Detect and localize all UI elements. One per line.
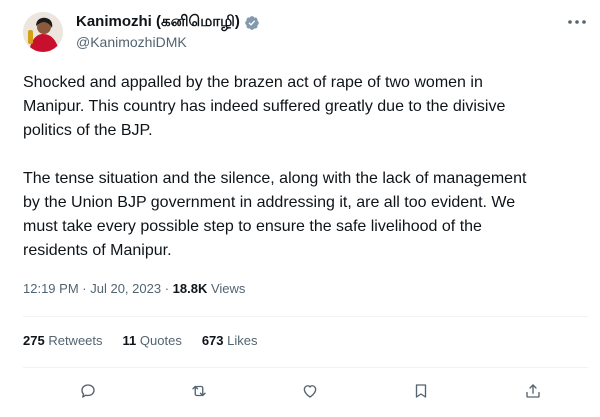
tweet-time[interactable]: 12:19 PM (23, 281, 79, 296)
action-bar (0, 376, 600, 406)
bookmark-icon[interactable] (408, 378, 434, 404)
engagement-stats: 275 Retweets 11 Quotes 673 Likes (23, 333, 258, 348)
tweet-paragraph-2: The tense situation and the silence, alo… (23, 170, 527, 259)
retweets-count: 275 (23, 333, 45, 348)
quotes-label: Quotes (139, 333, 182, 348)
tweet-date[interactable]: Jul 20, 2023 (90, 281, 161, 296)
views-count: 18.8K (172, 281, 208, 296)
retweet-icon[interactable] (186, 378, 212, 404)
likes-label: Likes (227, 333, 258, 348)
divider (23, 316, 588, 317)
divider (23, 367, 588, 368)
share-icon[interactable] (520, 378, 546, 404)
views-label: Views (210, 281, 246, 296)
meta-separator: · (164, 281, 173, 296)
like-icon[interactable] (297, 378, 323, 404)
quotes-stat[interactable]: 11 Quotes (123, 333, 182, 348)
reply-icon[interactable] (75, 378, 101, 404)
retweets-stat[interactable]: 275 Retweets (23, 333, 103, 348)
author-handle[interactable]: @KanimozhiDMK (76, 34, 187, 50)
author-display-name[interactable]: Kanimozhi (கனிமொழி) (76, 13, 240, 32)
tweet-meta: 12:19 PM · Jul 20, 2023 · 18.8K Views (23, 281, 245, 296)
likes-stat[interactable]: 673 Likes (202, 333, 258, 348)
quotes-count: 11 (122, 333, 137, 348)
more-options-icon[interactable] (566, 14, 588, 30)
author-name-row: Kanimozhi (கனிமொழி) (76, 13, 260, 32)
tweet-paragraph-1: Shocked and appalled by the brazen act o… (23, 74, 506, 139)
retweets-label: Retweets (48, 333, 103, 348)
verified-badge-icon (244, 15, 260, 31)
avatar[interactable] (23, 12, 63, 52)
tweet-text: Shocked and appalled by the brazen act o… (23, 71, 583, 263)
tweet: Kanimozhi (கனிமொழி) @KanimozhiDMK Shocke… (0, 0, 600, 417)
likes-count: 673 (201, 333, 224, 348)
